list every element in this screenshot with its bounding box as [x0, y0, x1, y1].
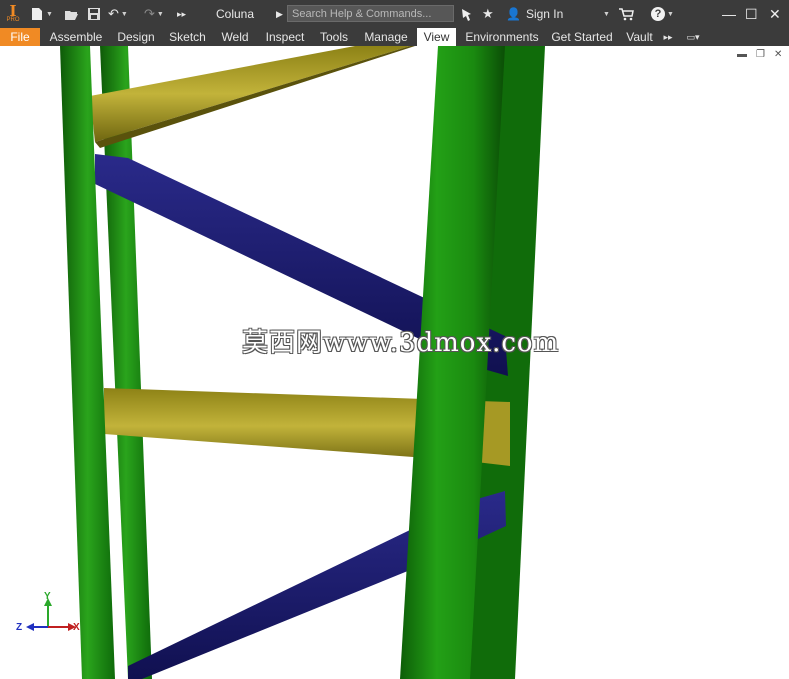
chevron-down-icon: ▼ — [603, 10, 610, 18]
user-icon: 👤 — [506, 7, 521, 21]
store-button[interactable] — [618, 0, 634, 28]
sign-in-dropdown[interactable]: ▼ — [601, 0, 610, 28]
satellite-icon — [462, 9, 471, 21]
favorites-button[interactable]: ★ — [482, 0, 494, 28]
expand-arrow-button[interactable]: ▶ — [276, 0, 283, 28]
minimize-icon: — — [722, 6, 736, 22]
search-input[interactable]: Search Help & Commands... — [287, 5, 454, 22]
sign-in-button[interactable]: 👤 Sign In — [506, 0, 563, 28]
close-icon: ✕ — [774, 49, 783, 60]
tab-get-started[interactable]: Get Started — [549, 28, 615, 46]
sign-in-label: Sign In — [525, 7, 564, 21]
save-icon — [88, 8, 100, 20]
chevron-down-icon[interactable]: ▼ — [46, 11, 53, 18]
top-yellow-beam[interactable] — [90, 46, 410, 142]
more-qat-button[interactable]: ▸▸ — [177, 0, 186, 28]
more-tabs-button[interactable]: ▸▸ — [660, 28, 676, 46]
maximize-icon: ☐ — [745, 5, 758, 22]
undo-icon: ↶ — [108, 6, 119, 21]
close-icon: ✕ — [769, 5, 781, 22]
z-axis-arrow-icon — [26, 623, 34, 631]
app-logo-icon: I — [9, 1, 17, 20]
app-menu-button[interactable]: I PRO — [2, 0, 24, 28]
restore-icon: ❐ — [756, 49, 765, 60]
help-icon: ? — [651, 7, 665, 21]
tab-environments[interactable]: Environments — [463, 28, 541, 46]
ribbon-toggle-icon: ▭▾ — [686, 32, 700, 42]
chevron-down-icon: ▼ — [667, 10, 674, 18]
communication-button[interactable] — [461, 0, 473, 28]
redo-icon: ↷ — [144, 6, 155, 21]
tab-vault[interactable]: Vault — [623, 28, 656, 46]
tab-tools[interactable]: Tools — [315, 28, 353, 46]
triad-x-label: X — [73, 622, 80, 633]
viewport-close-button[interactable]: ✕ — [774, 49, 782, 60]
redo-button[interactable]: ↷ ▼ — [144, 0, 164, 28]
open-button[interactable] — [64, 0, 79, 28]
star-icon: ★ — [482, 6, 494, 21]
tab-view[interactable]: View — [417, 28, 456, 46]
app-edition-label: PRO — [6, 16, 20, 23]
chevron-down-icon[interactable]: ▼ — [121, 11, 128, 18]
double-chevron-right-icon: ▸▸ — [663, 32, 673, 42]
watermark-text: 莫西网www.3dmox.com — [242, 328, 560, 358]
tab-design[interactable]: Design — [113, 28, 159, 46]
tab-assemble[interactable]: Assemble — [47, 28, 105, 46]
help-button[interactable]: ? ▼ — [651, 0, 674, 28]
maximize-button[interactable]: ☐ — [745, 0, 758, 28]
caret-right-icon: ▶ — [276, 8, 283, 19]
close-button[interactable]: ✕ — [769, 0, 781, 28]
minimize-icon: ▬ — [737, 49, 747, 60]
new-file-button[interactable]: ▼ — [30, 0, 53, 28]
viewport-restore-button[interactable]: ❐ — [756, 49, 765, 60]
cart-icon — [619, 7, 634, 20]
triad-y-label: Y — [44, 591, 51, 602]
tab-manage[interactable]: Manage — [360, 28, 412, 46]
tab-weld[interactable]: Weld — [216, 28, 254, 46]
model-canvas[interactable] — [0, 46, 789, 679]
folder-open-icon — [65, 10, 78, 20]
tab-file[interactable]: File — [0, 28, 40, 46]
graphics-viewport[interactable]: ▬ ❐ ✕ 莫西网www.3dmox.com Y X Z — [0, 46, 789, 679]
document-title: Coluna — [216, 7, 255, 21]
tab-sketch[interactable]: Sketch — [166, 28, 209, 46]
triad-z-label: Z — [16, 622, 23, 633]
title-bar: I PRO ▼ ↶ ▼ ↷ ▼ ▸▸ Coluna ▶ Search Help & … — [0, 0, 789, 28]
double-chevron-right-icon: ▸▸ — [177, 8, 187, 19]
new-document-icon — [32, 8, 42, 20]
ribbon-display-toggle[interactable]: ▭▾ — [680, 28, 706, 46]
undo-button[interactable]: ↶ ▼ — [108, 0, 128, 28]
tab-inspect[interactable]: Inspect — [261, 28, 309, 46]
chevron-down-icon[interactable]: ▼ — [157, 11, 164, 18]
viewport-minimize-button[interactable]: ▬ — [737, 49, 747, 60]
save-button[interactable] — [87, 0, 101, 28]
minimize-button[interactable]: — — [722, 0, 736, 28]
ribbon-tab-bar: File Assemble Design Sketch Weld Inspect… — [0, 28, 789, 46]
